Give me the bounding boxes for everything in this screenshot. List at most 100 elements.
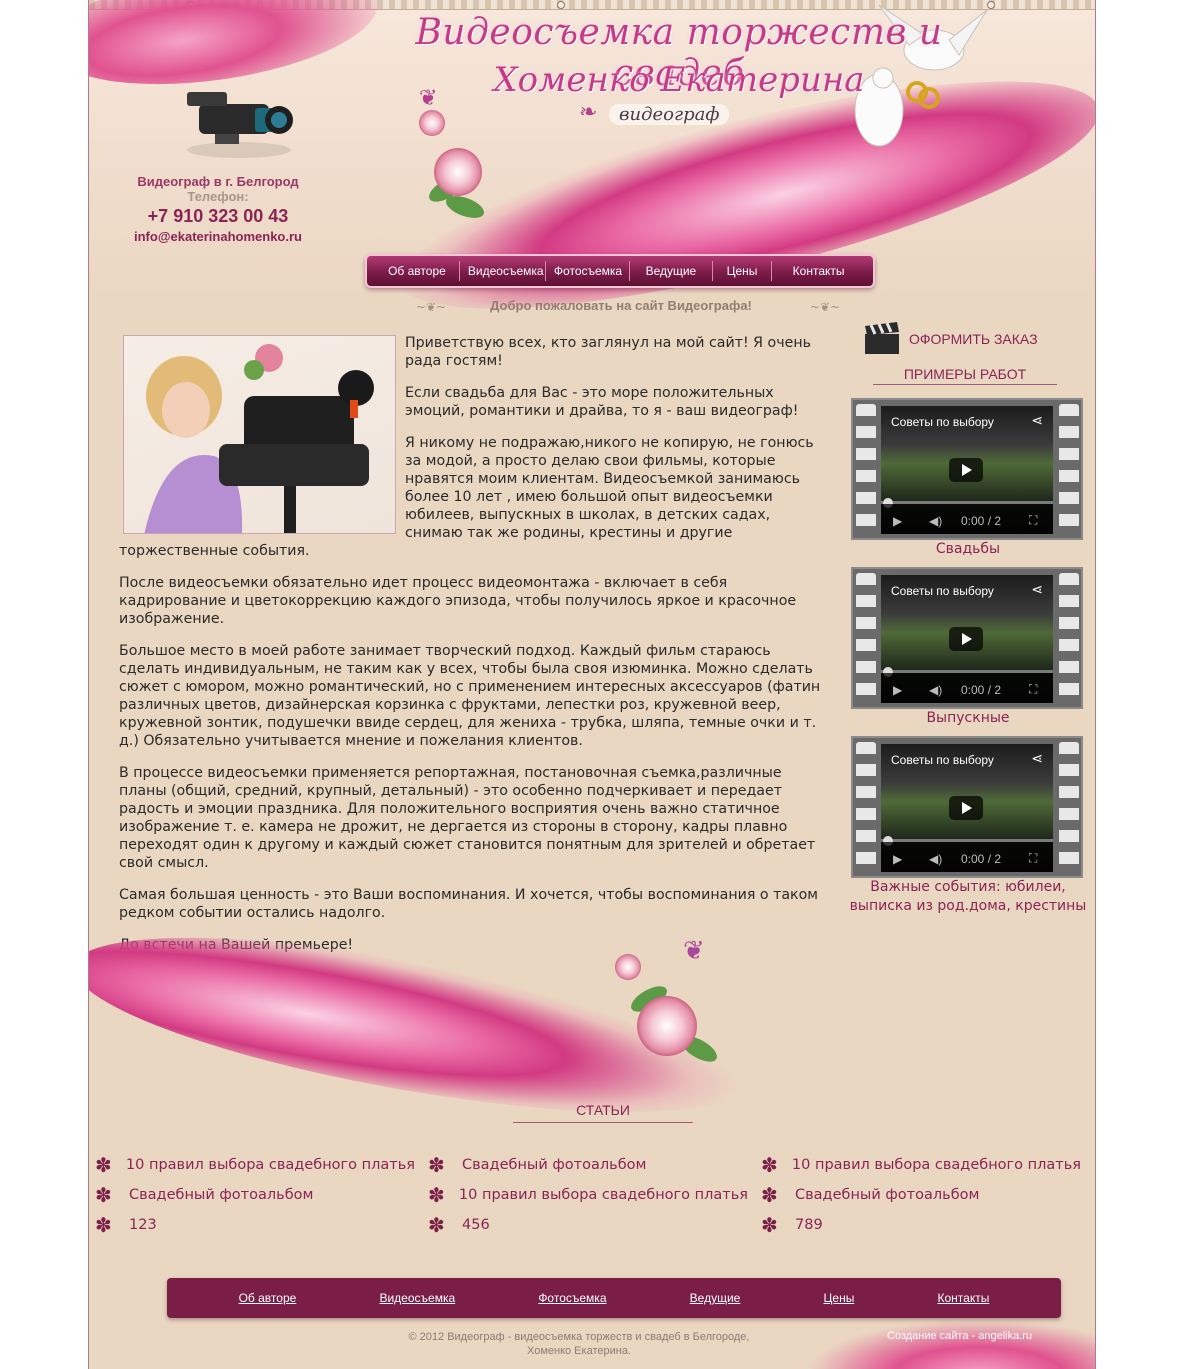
article-link[interactable]: ✽ Свадебный фотоальбом xyxy=(428,1150,748,1180)
article-title: 10 правил выбора свадебного платья xyxy=(791,1157,1081,1173)
contact-city: Видеограф в г. Белгород xyxy=(137,174,299,189)
article-link[interactable]: ✽ Свадебный фотоальбом xyxy=(95,1180,415,1210)
article-title: Свадебный фотоальбом xyxy=(795,1187,980,1203)
paragraph: Самая большая ценность - это Ваши воспом… xyxy=(119,887,818,921)
order-button[interactable]: ОФОРМИТЬ ЗАКАЗ xyxy=(863,322,1038,356)
paragraph: После видеосъемки обязательно идет проце… xyxy=(119,575,797,627)
article-title: 10 правил выбора свадебного платья xyxy=(125,1157,415,1173)
flower-bullet-icon: ✽ xyxy=(95,1183,112,1207)
flower-bullet-icon: ✽ xyxy=(761,1153,778,1177)
flower-bullet-icon: ✽ xyxy=(95,1213,112,1237)
nav-hosts[interactable]: Ведущие xyxy=(630,261,713,281)
copyright-line: © 2012 Видеограф - видеосъемка торжеств … xyxy=(408,1331,750,1343)
film-strip-holes xyxy=(856,742,876,872)
article-link[interactable]: ✽ 10 правил выбора свадебного платья xyxy=(95,1150,415,1180)
clapperboard-icon xyxy=(865,322,899,354)
volume-icon[interactable]: ◀) xyxy=(929,514,942,528)
article-link[interactable]: ✽ 10 правил выбора свадебного платья xyxy=(761,1150,1081,1180)
rose-flower xyxy=(434,148,482,196)
video-caption[interactable]: Выпускные xyxy=(839,709,1095,728)
flower-bullet-icon: ✽ xyxy=(428,1183,445,1207)
articles-column: ✽ Свадебный фотоальбом ✽ 10 правил выбора … xyxy=(428,1150,748,1240)
butterfly-icon: ❦ xyxy=(683,936,705,966)
main-nav: Об авторе Видеосъемка Фотосъемка Ведущие… xyxy=(365,254,875,288)
article-link[interactable]: ✽ Свадебный фотоальбом xyxy=(761,1180,1081,1210)
copyright: © 2012 Видеограф - видеосъемка торжеств … xyxy=(369,1330,789,1358)
article-link[interactable]: ✽ 789 xyxy=(761,1210,1081,1240)
pink-silk-ribbon xyxy=(809,1320,1095,1369)
play-control-icon[interactable]: ▶ xyxy=(893,852,902,866)
rose-flower xyxy=(637,996,697,1056)
share-icon[interactable]: ⋖ xyxy=(1031,582,1043,598)
video-player[interactable]: Советы по выбору ⋖ ▶ ◀) 0:00 / 2 ⛶ xyxy=(851,567,1083,709)
contact-block: Видеограф в г. Белгород Телефон: +7 910 … xyxy=(109,174,327,244)
footer-nav-prices[interactable]: Цены xyxy=(824,1291,855,1305)
article-title: 789 xyxy=(795,1217,823,1233)
butterfly-icon: ❧ xyxy=(579,100,598,125)
video-player[interactable]: Советы по выбору ⋖ ▶ ◀) 0:00 / 2 ⛶ xyxy=(851,398,1083,540)
share-icon[interactable]: ⋖ xyxy=(1031,751,1043,767)
chain-ornament xyxy=(557,1,565,9)
video-screen[interactable]: Советы по выбору ⋖ ▶ ◀) 0:00 / 2 ⛶ xyxy=(881,744,1053,872)
footer-nav: Об авторе Видеосъемка Фотосъемка Ведущие… xyxy=(167,1278,1061,1318)
flower-bullet-icon: ✽ xyxy=(428,1153,445,1177)
play-control-icon[interactable]: ▶ xyxy=(893,514,902,528)
share-icon[interactable]: ⋖ xyxy=(1031,413,1043,429)
film-strip-holes xyxy=(1059,404,1079,534)
articles-title: СТАТЬИ xyxy=(513,1102,693,1123)
nav-video[interactable]: Видеосъемка xyxy=(460,261,546,281)
fullscreen-icon[interactable]: ⛶ xyxy=(1029,851,1037,866)
play-icon[interactable] xyxy=(949,796,983,820)
article-title: 10 правил выбора свадебного платья xyxy=(458,1187,748,1203)
footer-nav-photo[interactable]: Фотосъемка xyxy=(538,1291,606,1305)
video-screen[interactable]: Советы по выбору ⋖ ▶ ◀) 0:00 / 2 ⛶ xyxy=(881,575,1053,703)
film-strip-holes xyxy=(856,404,876,534)
article-link[interactable]: ✽ 456 xyxy=(428,1210,748,1240)
volume-icon[interactable]: ◀) xyxy=(929,852,942,866)
video-title: Советы по выбору xyxy=(891,415,994,429)
video-caption[interactable]: Важные события: юбилеи, выписка из род.д… xyxy=(839,878,1095,916)
nav-about[interactable]: Об авторе xyxy=(375,261,460,281)
article-title: 456 xyxy=(462,1217,490,1233)
footer-nav-video[interactable]: Видеосъемка xyxy=(379,1291,455,1305)
welcome-text: Добро пожаловать на сайт Видеографа! xyxy=(490,298,752,313)
footer-nav-hosts[interactable]: Ведущие xyxy=(690,1291,741,1305)
fullscreen-icon[interactable]: ⛶ xyxy=(1029,513,1037,528)
video-caption[interactable]: Свадьбы xyxy=(839,540,1095,559)
video-title: Советы по выбору xyxy=(891,753,994,767)
time-display: 0:00 / 2 xyxy=(961,683,1002,697)
volume-icon[interactable]: ◀) xyxy=(929,683,942,697)
play-icon[interactable] xyxy=(949,458,983,482)
footer-nav-contacts[interactable]: Контакты xyxy=(938,1291,990,1305)
flower-bullet-icon: ✽ xyxy=(761,1213,778,1237)
articles-column: ✽ 10 правил выбора свадебного платья ✽ Сва… xyxy=(761,1150,1081,1240)
film-strip-holes xyxy=(856,573,876,703)
paragraph: Большое место в моей работе занимает тво… xyxy=(119,643,821,749)
play-icon[interactable] xyxy=(949,627,983,651)
page: ❦ Видеосъемка торжеств и свадеб Хоменко … xyxy=(88,0,1096,1369)
fullscreen-icon[interactable]: ⛶ xyxy=(1029,682,1037,697)
video-camera-icon[interactable] xyxy=(179,78,299,162)
article-title: Свадебный фотоальбом xyxy=(129,1187,314,1203)
article-link[interactable]: ✽ 10 правил выбора свадебного платья xyxy=(428,1180,748,1210)
video-screen[interactable]: Советы по выбору ⋖ ▶ ◀) 0:00 / 2 ⛶ xyxy=(881,406,1053,534)
flower-bullet-icon: ✽ xyxy=(428,1213,445,1237)
article-link[interactable]: ✽ 123 xyxy=(95,1210,415,1240)
article-title: Свадебный фотоальбом xyxy=(462,1157,647,1173)
footer-nav-about[interactable]: Об авторе xyxy=(239,1291,297,1305)
ornament-right-icon: ~❦~ xyxy=(809,300,841,314)
nav-contacts[interactable]: Контакты xyxy=(772,261,865,281)
play-control-icon[interactable]: ▶ xyxy=(893,683,902,697)
phone-number: +7 910 323 00 43 xyxy=(147,206,289,226)
order-label: ОФОРМИТЬ ЗАКАЗ xyxy=(909,331,1038,347)
email-link[interactable]: info@ekaterinahomenko.ru xyxy=(109,229,327,244)
nav-prices[interactable]: Цены xyxy=(713,261,773,281)
nav-photo[interactable]: Фотосъемка xyxy=(546,261,630,281)
video-player[interactable]: Советы по выбору ⋖ ▶ ◀) 0:00 / 2 ⛶ xyxy=(851,736,1083,878)
rose-flower xyxy=(615,954,641,980)
photo-spacer xyxy=(119,334,405,538)
site-credits-link[interactable]: Создание сайта - angelika.ru xyxy=(887,1330,1032,1342)
copyright-line: Хоменко Екатерина. xyxy=(526,1345,631,1357)
flower-bullet-icon: ✽ xyxy=(761,1183,778,1207)
film-strip-holes xyxy=(1059,742,1079,872)
